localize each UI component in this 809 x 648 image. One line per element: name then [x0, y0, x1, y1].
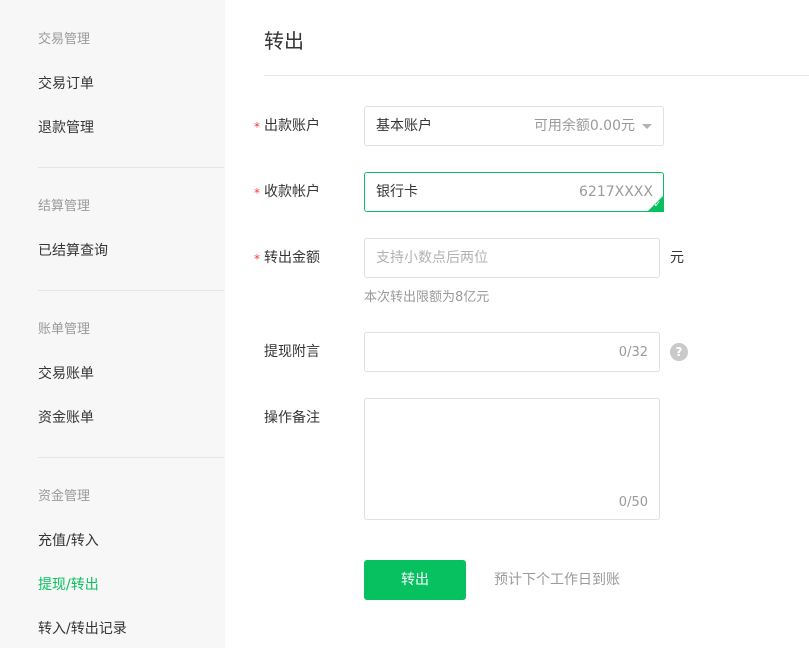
nav-item-trade-orders[interactable]: 交易订单 [38, 74, 224, 94]
nav-group-title: 账单管理 [38, 322, 91, 337]
withdraw-note-label: 提现附言 [264, 344, 320, 360]
chevron-down-icon [642, 124, 652, 129]
remark-counter: 0/50 [618, 495, 648, 510]
nav-item-transfer-records[interactable]: 转入/转出记录 [38, 619, 224, 639]
amount-limit-hint: 本次转出限额为8亿元 [364, 290, 490, 305]
withdraw-note-field: 0/32 [364, 332, 660, 372]
nav-divider [38, 457, 224, 458]
bank-card-number: 6217XXXX [579, 184, 653, 200]
amount-input[interactable] [365, 239, 659, 277]
source-account-select[interactable]: 基本账户 可用余额0.00元 [364, 106, 664, 146]
nav-group-funds: 资金管理 充值/转入 提现/转出 转入/转出记录 [38, 487, 224, 639]
nav-group-bills: 账单管理 交易账单 资金账单 [38, 320, 224, 428]
nav-item-withdraw-transfer-out[interactable]: 提现/转出 [38, 575, 224, 595]
withdraw-note-counter: 0/32 [618, 345, 648, 360]
nav-divider [38, 290, 224, 291]
nav-item-refund-management[interactable]: 退款管理 [38, 118, 224, 138]
payee-account-label: 收款帐户 [264, 184, 320, 200]
source-account-label: 出款账户 [264, 118, 320, 134]
payee-account-option[interactable]: 银行卡 6217XXXX ✓ [364, 172, 664, 212]
nav-group-title: 资金管理 [38, 489, 91, 504]
available-balance: 可用余额0.00元 [533, 118, 635, 134]
check-icon: ✓ [653, 200, 661, 210]
nav-group-settlement: 结算管理 已结算查询 [38, 197, 224, 261]
required-mark: * [254, 120, 260, 134]
title-divider [264, 75, 809, 76]
nav-item-recharge-transfer-in[interactable]: 充值/转入 [38, 531, 224, 551]
required-mark: * [254, 186, 260, 200]
required-mark: * [254, 252, 260, 266]
remark-field: 0/50 [364, 398, 660, 520]
nav-group-title: 结算管理 [38, 199, 91, 214]
payee-account-value: 银行卡 [376, 184, 418, 200]
withdraw-note-input[interactable] [365, 333, 659, 371]
page-title: 转出 [264, 29, 304, 53]
amount-unit: 元 [670, 250, 684, 266]
nav-item-settled-query[interactable]: 已结算查询 [38, 241, 224, 261]
remark-textarea[interactable] [365, 399, 659, 519]
remark-label: 操作备注 [264, 410, 320, 426]
amount-field [364, 238, 660, 278]
help-icon[interactable]: ? [670, 343, 688, 361]
nav-group-title: 交易管理 [38, 32, 91, 47]
amount-label: 转出金额 [264, 250, 320, 266]
nav-group-trade: 交易管理 交易订单 退款管理 [38, 30, 224, 138]
sidebar: 交易管理 交易订单 退款管理 结算管理 已结算查询 账单管理 交易账单 资金账单… [0, 0, 225, 648]
arrival-hint: 预计下个工作日到账 [494, 572, 620, 588]
nav-divider [38, 167, 224, 168]
nav-item-fund-bill[interactable]: 资金账单 [38, 408, 224, 428]
nav-item-trade-bill[interactable]: 交易账单 [38, 364, 224, 384]
source-account-value: 基本账户 [376, 118, 432, 134]
transfer-out-button[interactable]: 转出 [364, 560, 466, 600]
